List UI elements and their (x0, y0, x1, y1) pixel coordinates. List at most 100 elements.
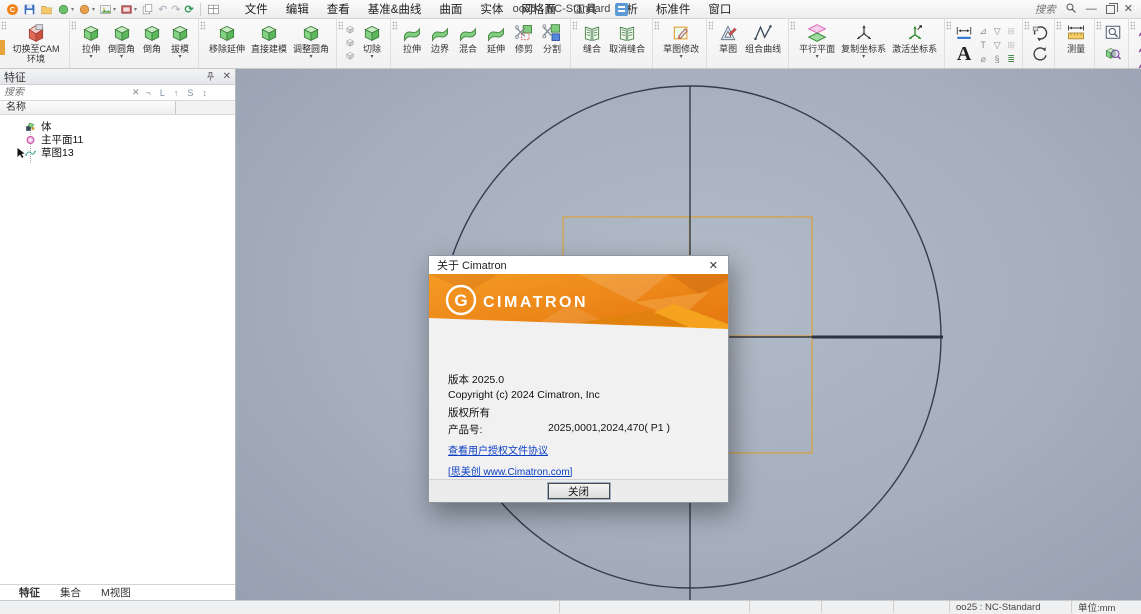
panel-close-icon[interactable]: ✕ (223, 71, 231, 82)
save-button[interactable] (23, 2, 36, 17)
mini-solid-icon-3[interactable] (344, 50, 356, 61)
close-button[interactable]: ✕ (1124, 4, 1133, 15)
paint-sketch-icon[interactable] (1136, 56, 1141, 69)
menu-solid[interactable]: 实体 (471, 0, 512, 19)
sketch-button[interactable]: 草图 (714, 22, 742, 68)
filter-icon-4[interactable]: S (187, 88, 193, 98)
diameter-dim-icon[interactable]: ⌀ (980, 54, 985, 65)
zoom-window-icon[interactable] (1103, 24, 1123, 42)
copy-button[interactable] (141, 2, 154, 17)
open-button[interactable] (40, 2, 53, 17)
frame-note-icon[interactable]: ⊞ (1007, 26, 1015, 37)
restore-button[interactable] (1106, 5, 1115, 14)
surface-finish-icon[interactable]: ▽ (994, 40, 1001, 51)
surface-extrude-button[interactable]: 拉伸 (398, 22, 426, 68)
tab-sets[interactable]: 集合 (51, 585, 90, 600)
menu-surface[interactable]: 曲面 (430, 0, 471, 19)
spin-view-icon[interactable] (1030, 44, 1050, 62)
composite-curve-button[interactable]: 组合曲线 (742, 22, 784, 68)
export-button[interactable]: ▾ (78, 2, 95, 17)
flag-note-icon[interactable]: ▽ (994, 26, 1001, 37)
menubar: 文件 编辑 查看 基准&曲线 曲面 实体 网格面 工具 分析 标准件 窗口 (236, 0, 741, 19)
zoom-object-icon[interactable] (1102, 44, 1124, 62)
status-doc-name: oo25 : NC-Standard (950, 601, 1072, 613)
capture-button[interactable]: ▾ (120, 2, 137, 17)
remove-extend-button[interactable]: 移除延伸 (206, 22, 248, 68)
collapsed-panel-tab[interactable] (0, 40, 5, 55)
minimize-button[interactable]: — (1086, 4, 1097, 15)
undo-button[interactable]: ↶ (158, 2, 167, 17)
mini-solid-icon-1[interactable] (344, 24, 356, 35)
filter-icon-3[interactable]: ↑ (174, 88, 179, 98)
paint-face-icon[interactable] (1136, 24, 1141, 38)
refresh-button[interactable]: ⟳ (185, 2, 194, 17)
text-a-icon[interactable]: A (957, 44, 971, 64)
menu-datum-curves[interactable]: 基准&曲线 (359, 0, 431, 19)
sketch-edit-button[interactable]: 草图修改▾ (660, 22, 702, 68)
dialog-close-icon[interactable]: ✕ (707, 259, 720, 272)
stitch-button[interactable]: 缝合 (578, 22, 606, 68)
tree-search-input[interactable] (0, 87, 128, 98)
dialog-footer: 关闭 (429, 479, 728, 502)
dimension-icon[interactable] (952, 24, 976, 42)
tree-item-body[interactable]: 体 (0, 120, 235, 133)
filter-icon-5[interactable]: ↕ (202, 88, 207, 98)
extrude-button[interactable]: 拉伸▾ (77, 22, 105, 68)
datum-target-icon[interactable]: T (980, 40, 986, 50)
dialog-titlebar[interactable]: 关于 Cimatron ✕ (429, 256, 728, 274)
menu-view[interactable]: 查看 (318, 0, 359, 19)
table-note-icon[interactable]: ⊞ (1007, 40, 1015, 51)
boundary-button[interactable]: 边界 (426, 22, 454, 68)
license-agreement-link[interactable]: 查看用户授权文件协议 (448, 446, 548, 457)
site-link-row: [思美创 www.Cimatron.com] (448, 463, 728, 475)
group-zoom (1095, 19, 1129, 68)
group-measure: 测量 (1055, 19, 1095, 68)
cimatron-site-link[interactable]: [思美创 www.Cimatron.com] (448, 467, 572, 478)
blend-button[interactable]: 混合 (454, 22, 482, 68)
parallel-planes-button[interactable]: 平行平面▾ (796, 22, 838, 68)
import-button[interactable]: ▾ (57, 2, 74, 17)
dialog-close-button[interactable]: 关闭 (548, 483, 610, 499)
cut-button[interactable]: 切除▾ (358, 22, 386, 68)
menu-edit[interactable]: 编辑 (277, 0, 318, 19)
menu-window[interactable]: 窗口 (699, 0, 740, 19)
active-ucs-button[interactable]: 激活坐标系 (889, 22, 940, 68)
tab-mviews[interactable]: M视图 (92, 585, 140, 600)
about-dialog: 关于 Cimatron ✕ G CIMATRON 版本 2025.0 Copyr… (428, 255, 729, 503)
pin-icon[interactable] (205, 71, 216, 82)
search-icon[interactable] (1065, 2, 1077, 17)
mini-solid-icon-2[interactable] (344, 37, 356, 48)
draft-button[interactable]: 拔模▾ (166, 22, 194, 68)
hatch-icon[interactable]: ≣ (1007, 54, 1015, 65)
unstitch-button[interactable]: 取消缝合 (606, 22, 648, 68)
leader-dim-icon[interactable]: ⊿ (979, 26, 987, 37)
switch-to-cam-button[interactable]: 切换至CAM环境 (7, 22, 65, 68)
balloon-icon[interactable]: § (995, 54, 1000, 64)
tree-item-main-plane[interactable]: 主平面11 (0, 133, 235, 146)
filter-icon-2[interactable]: L (160, 88, 165, 98)
trim-button[interactable]: 修剪 (510, 22, 538, 68)
window-layout-button[interactable] (207, 2, 220, 17)
version-line: 版本 2025.0 (448, 372, 728, 383)
filter-icon-1[interactable]: ¬ (146, 88, 151, 98)
menu-file[interactable]: 文件 (236, 0, 277, 19)
extend-button[interactable]: 延伸 (482, 22, 510, 68)
tree-item-sketch[interactable]: 草图13 (0, 146, 235, 159)
round-fillet-button[interactable]: 倒圆角▾ (105, 22, 138, 68)
name-column-header[interactable]: 名称 (0, 101, 176, 114)
group-stitch: 缝合 取消缝合 (571, 19, 653, 68)
rotate-view-icon[interactable] (1030, 24, 1050, 42)
copy-ucs-button[interactable]: 复制坐标系▾ (838, 22, 889, 68)
split-button[interactable]: 分割 (538, 22, 566, 68)
clear-search-icon[interactable]: ✕ (128, 87, 144, 98)
redo-button[interactable]: ↷ (171, 2, 180, 17)
tab-features[interactable]: 特征 (10, 585, 49, 600)
chamfer-button[interactable]: 倒角 (138, 22, 166, 68)
menu-standard-parts[interactable]: 标准件 (647, 0, 700, 19)
separator (200, 3, 201, 16)
adjust-fillet-button[interactable]: 调整圆角▾ (290, 22, 332, 68)
measure-button[interactable]: 测量 (1062, 22, 1090, 68)
paint-part-icon[interactable] (1136, 40, 1141, 54)
direct-modeling-button[interactable]: 直接建模 (248, 22, 290, 68)
image-button[interactable]: ▾ (99, 2, 116, 17)
